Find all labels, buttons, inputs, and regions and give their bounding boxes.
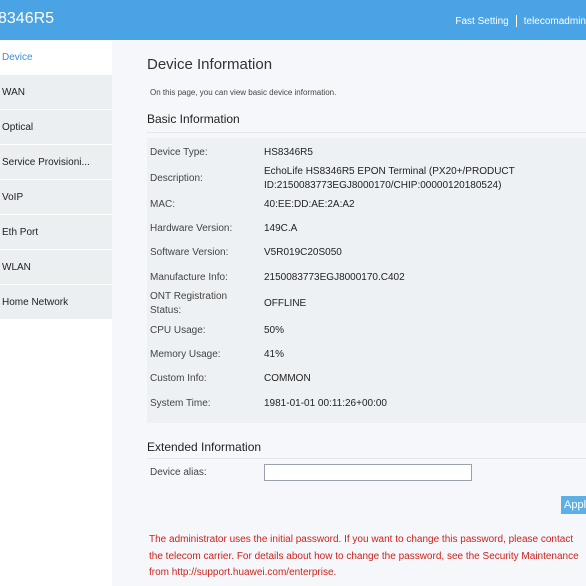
info-value: OFFLINE — [264, 298, 307, 309]
info-label: Software Version: — [150, 247, 229, 258]
device-alias-label: Device alias: — [150, 467, 207, 478]
sidebar-item-optical[interactable]: Optical — [0, 110, 112, 145]
warning-line: The administrator uses the initial passw… — [149, 534, 574, 545]
fast-setting-link[interactable]: Fast Setting — [455, 16, 508, 27]
apply-button[interactable]: Apply — [561, 496, 586, 514]
info-value: V5R019C20S050 — [264, 247, 342, 258]
info-label: System Time: — [150, 398, 211, 409]
info-value: 1981-01-01 00:11:26+00:00 — [264, 398, 387, 409]
warning-line: the telecom carrier. For details about h… — [149, 550, 579, 562]
info-label: Hardware Version: — [150, 223, 233, 234]
info-value: 149C.A — [264, 223, 298, 234]
device-alias-input[interactable] — [264, 464, 472, 481]
basic-info-panel: Device Type: HS8346R5 Description: EchoL… — [147, 138, 586, 423]
main-content: Device Information On this page, you can… — [112, 40, 586, 586]
extended-info-heading: Extended Information — [147, 440, 262, 454]
page-description: On this page, you can view basic device … — [150, 88, 337, 97]
sidebar-item-eth-port[interactable]: Eth Port — [0, 215, 112, 250]
warning-line: from http://support.huawei.com/enterpris… — [149, 567, 337, 578]
info-value: COMMON — [264, 373, 311, 384]
header-separator — [515, 15, 517, 27]
user-account-link[interactable]: telecomadmin — [524, 16, 586, 27]
info-label-line: Status: — [150, 305, 182, 316]
info-label: Device Type: — [150, 147, 208, 158]
info-label: ONT Registration Status: — [150, 290, 258, 318]
section-divider — [147, 132, 586, 133]
section-divider — [147, 458, 586, 459]
top-header-bar: 8346R5 Fast Setting telecomadmin — [0, 0, 586, 40]
sidebar-item-voip[interactable]: VoIP — [0, 180, 112, 215]
info-value: 50% — [264, 325, 285, 336]
sidebar-nav: Device WAN Optical Service Provisioni...… — [0, 40, 112, 320]
info-label: Custom Info: — [150, 373, 207, 384]
info-value-line: ID:2150083773EGJ8000170/CHIP:00000120180… — [264, 180, 502, 191]
basic-info-heading: Basic Information — [147, 112, 240, 126]
info-value: 40:EE:DD:AE:2A:A2 — [264, 199, 355, 210]
info-value: HS8346R5 — [264, 147, 313, 158]
sidebar-item-device[interactable]: Device — [0, 40, 112, 75]
info-label-line: ONT Registration — [150, 291, 228, 302]
info-label: Manufacture Info: — [150, 272, 228, 283]
sidebar-item-wan[interactable]: WAN — [0, 75, 112, 110]
info-value: 2150083773EGJ8000170.C402 — [264, 272, 405, 283]
info-label: Memory Usage: — [150, 349, 221, 360]
info-label: MAC: — [150, 199, 175, 210]
product-title: 8346R5 — [0, 10, 55, 27]
page-title: Device Information — [147, 56, 273, 73]
sidebar-item-wlan[interactable]: WLAN — [0, 250, 112, 285]
initial-password-warning: The administrator uses the initial passw… — [149, 532, 586, 582]
info-value-line: EchoLife HS8346R5 EPON Terminal (PX20+/P… — [264, 166, 515, 177]
info-label: CPU Usage: — [150, 325, 206, 336]
sidebar-item-service-provisioning[interactable]: Service Provisioni... — [0, 145, 112, 180]
info-value: EchoLife HS8346R5 EPON Terminal (PX20+/P… — [264, 165, 515, 193]
header-links: Fast Setting telecomadmin — [455, 15, 586, 27]
sidebar-item-home-network[interactable]: Home Network — [0, 285, 112, 320]
info-label: Description: — [150, 173, 203, 184]
info-value: 41% — [264, 349, 285, 360]
